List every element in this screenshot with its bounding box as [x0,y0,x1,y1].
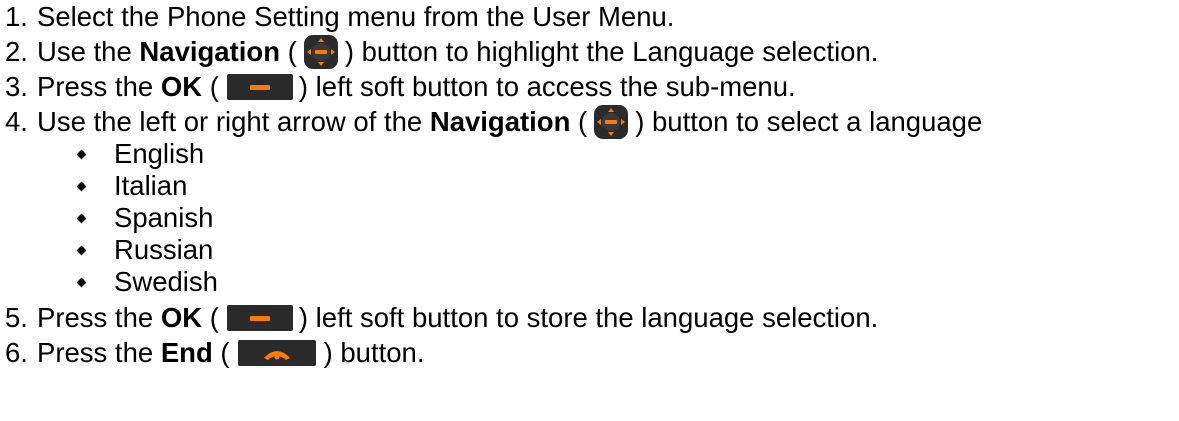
step-1: 1. Select the Phone Setting menu from th… [0,0,674,34]
language-label: Spanish [114,202,214,233]
step-number: 3. [5,71,28,102]
step-number: 4. [5,106,28,137]
language-list-item: Spanish [0,202,213,234]
step-text: Use the left or right arrow of the Navig… [37,105,587,139]
instruction-document: 1. Select the Phone Setting menu from th… [0,0,1179,421]
navigation-pad-icon [594,105,629,139]
bullet-icon [76,181,87,191]
step-paren-open: ( [570,106,588,137]
step-5: 5. Press the OK ( ) left soft button to … [0,301,878,335]
step-text: Press the OK ( [37,301,219,335]
language-label: Italian [114,170,188,201]
step-number: 1. [5,1,28,32]
step-text: Press the OK ( [37,70,219,104]
language-label: Swedish [114,266,218,297]
language-list-item: Swedish [0,266,218,298]
language-list-item: Russian [0,234,213,266]
step-text-suffix: ) left soft button to access the sub-men… [298,71,796,102]
step-6: 6. Press the End ( ) button. [0,336,424,370]
step-number: 2. [5,36,28,67]
step-text-suffix: ) button. [323,337,425,368]
step-text-prefix: Use the [37,36,140,67]
step-4: 4. Use the left or right arrow of the Na… [0,105,982,139]
step-text: Select the Phone Setting menu from the U… [37,1,675,32]
language-list-item: Italian [0,170,187,202]
step-text-prefix: Press the [37,71,161,102]
step-text-prefix: Use the left or right arrow of the [37,106,430,137]
step-text-suffix: ) button to select a language [635,106,983,137]
navigation-pad-icon [303,35,338,69]
language-label: English [114,138,205,169]
step-bold-term: OK [160,302,203,333]
step-paren-open: ( [212,337,230,368]
step-paren-open: ( [202,302,219,333]
step-bold-term: Navigation [139,36,280,67]
step-bold-term: OK [160,71,203,102]
language-list-item: English [0,138,204,170]
bullet-icon [76,245,87,255]
step-text-prefix: Press the [37,337,161,368]
step-text: Use the Navigation ( [37,35,297,69]
end-call-button-icon [237,340,316,366]
bullet-icon [76,213,87,223]
language-label: Russian [114,234,214,265]
step-text-suffix: ) button to highlight the Language selec… [344,36,879,67]
step-paren-open: ( [280,36,297,67]
step-number: 5. [5,302,28,333]
ok-soft-button-icon [226,74,293,100]
step-text-prefix: Press the [37,302,161,333]
ok-soft-button-icon [226,305,293,331]
step-3: 3. Press the OK ( ) left soft button to … [0,70,796,104]
step-bold-term: Navigation [429,106,571,137]
step-2: 2. Use the Navigation ( ) button to high… [0,35,878,69]
step-number: 6. [5,337,28,368]
step-bold-term: End [160,337,213,368]
step-text-suffix: ) left soft button to store the language… [298,302,879,333]
step-text: Press the End ( [37,336,230,370]
step-paren-open: ( [202,71,219,102]
bullet-icon [76,277,87,287]
bullet-icon [76,149,87,159]
